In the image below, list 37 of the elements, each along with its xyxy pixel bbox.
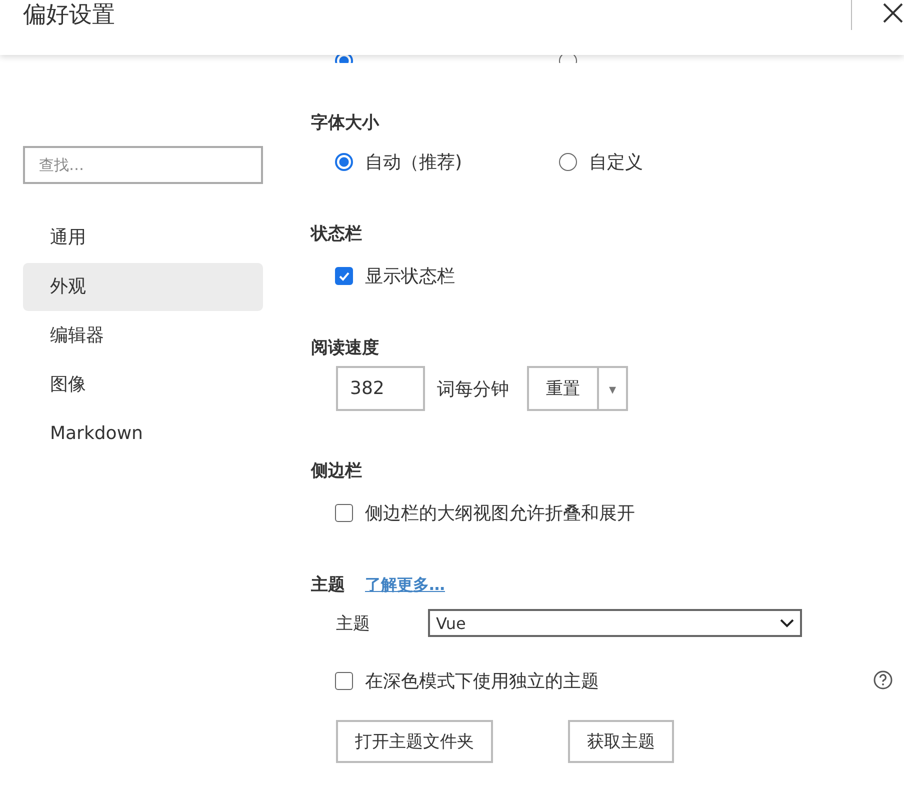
unit-label: 词每分钟 xyxy=(437,378,509,400)
theme-select[interactable]: Vue xyxy=(428,609,802,637)
radio-button[interactable] xyxy=(335,153,353,171)
section-heading: 阅读速度 xyxy=(311,337,380,360)
checkbox-label: 侧边栏的大纲视图允许折叠和展开 xyxy=(365,502,635,525)
check-icon xyxy=(338,270,350,282)
sidebar-item[interactable]: 图像 xyxy=(23,361,263,409)
sidebar-item[interactable]: 外观 xyxy=(23,263,263,311)
radio-button[interactable] xyxy=(559,55,577,63)
theme-label: 主题 xyxy=(336,612,371,634)
sidebar-item[interactable]: 编辑器 xyxy=(23,312,263,360)
speed-input[interactable]: 382 xyxy=(336,366,425,411)
radio-label: 自定义 xyxy=(589,151,643,174)
checkbox-label: 在深色模式下使用独立的主题 xyxy=(365,670,599,693)
checkbox[interactable] xyxy=(335,267,353,285)
radio-button[interactable] xyxy=(559,153,577,171)
chevron-down-icon xyxy=(780,618,794,628)
theme-button[interactable]: 获取主题 xyxy=(568,720,674,763)
radio-button[interactable] xyxy=(335,55,353,63)
dropdown-button[interactable]: ▾ xyxy=(599,366,628,411)
window-title: 偏好设置 xyxy=(23,1,115,30)
section-heading: 侧边栏 xyxy=(311,460,363,483)
close-icon[interactable] xyxy=(882,2,904,24)
sidebar-item[interactable]: Markdown xyxy=(23,410,263,458)
learn-more-link[interactable]: 了解更多… xyxy=(365,574,445,596)
help-icon[interactable] xyxy=(873,670,893,690)
section-heading: 主题 xyxy=(311,574,345,597)
checkbox[interactable] xyxy=(335,672,353,690)
section-heading: 状态栏 xyxy=(311,223,363,246)
theme-button[interactable]: 打开主题文件夹 xyxy=(336,720,493,763)
section-heading: 字体大小 xyxy=(311,112,380,135)
reset-button[interactable]: 重置 xyxy=(527,366,599,411)
checkbox-label: 显示状态栏 xyxy=(365,265,455,288)
checkbox[interactable] xyxy=(335,504,353,522)
sidebar-item[interactable]: 通用 xyxy=(23,214,263,262)
radio-label: 自动（推荐) xyxy=(365,151,462,174)
search-field[interactable]: 查找… xyxy=(23,146,263,184)
